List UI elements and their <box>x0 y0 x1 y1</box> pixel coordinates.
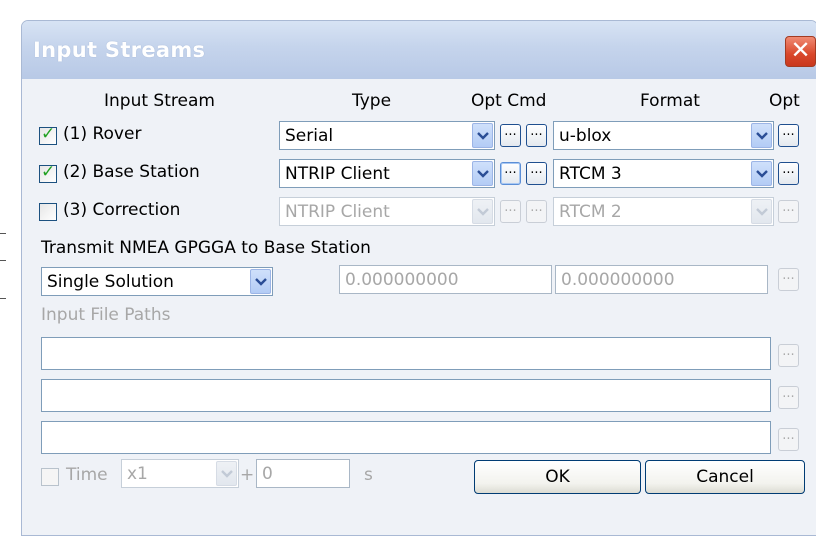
header-format: Format <box>640 91 700 111</box>
nmea-longitude-value: 0.000000000 <box>561 270 675 290</box>
chevron-down-icon <box>472 123 493 148</box>
time-checkbox[interactable] <box>41 468 59 486</box>
input-file-path-2[interactable] <box>41 379 771 412</box>
rover-cmd-button[interactable]: ... <box>526 124 547 147</box>
nmea-latitude-field[interactable]: 0.000000000 <box>339 265 552 294</box>
header-opt-cmd: Opt Cmd <box>471 91 547 111</box>
correction-cmd-button[interactable]: ... <box>526 200 547 223</box>
chevron-down-icon <box>216 461 237 486</box>
correction-type-value: NTRIP Client <box>285 202 390 222</box>
title-bar: Input Streams ✕ <box>22 21 816 79</box>
base-station-format-value: RTCM 3 <box>559 164 622 184</box>
rover-checkbox[interactable] <box>39 124 57 145</box>
dialog-content: Input Stream Type Opt Cmd Format Opt (1)… <box>22 79 816 535</box>
dialog-title: Input Streams <box>33 38 206 62</box>
time-offset-field[interactable]: 0 <box>256 459 350 488</box>
input-file-path-1[interactable] <box>41 337 771 370</box>
time-offset-value: 0 <box>262 464 273 484</box>
time-plus-label: + <box>240 465 255 485</box>
header-type: Type <box>352 91 392 111</box>
correction-opt-button[interactable]: ... <box>500 200 521 223</box>
nmea-label: Transmit NMEA GPGGA to Base Station <box>41 238 371 258</box>
input-file-path-3[interactable] <box>41 421 771 454</box>
chevron-down-icon <box>472 161 493 186</box>
base-station-opt-button[interactable]: ... <box>500 162 521 185</box>
rover-type-value: Serial <box>285 126 334 146</box>
time-speed-select[interactable]: x1 <box>121 459 239 488</box>
chevron-down-icon <box>472 199 493 224</box>
input-file-path-3-browse[interactable]: ... <box>778 428 799 451</box>
background-mark <box>0 298 6 299</box>
rover-type-select[interactable]: Serial <box>279 121 495 150</box>
header-input-stream: Input Stream <box>104 91 215 111</box>
correction-format-select[interactable]: RTCM 2 <box>553 197 774 226</box>
input-file-path-2-browse[interactable]: ... <box>778 386 799 409</box>
nmea-longitude-field[interactable]: 0.000000000 <box>555 265 768 294</box>
input-file-paths-label: Input File Paths <box>41 305 171 325</box>
nmea-mode-value: Single Solution <box>47 272 174 292</box>
base-station-type-select[interactable]: NTRIP Client <box>279 159 495 188</box>
nmea-latitude-value: 0.000000000 <box>345 270 459 290</box>
rover-opt-button[interactable]: ... <box>500 124 521 147</box>
base-station-type-value: NTRIP Client <box>285 164 390 184</box>
correction-label: (3) Correction <box>63 200 181 220</box>
background-mark <box>0 260 6 261</box>
base-station-label: (2) Base Station <box>63 162 200 182</box>
rover-format-opt-button[interactable]: ... <box>778 124 799 147</box>
chevron-down-icon <box>751 161 772 186</box>
correction-format-value: RTCM 2 <box>559 202 622 222</box>
time-unit-label: s <box>364 465 373 485</box>
nmea-position-button[interactable]: ... <box>778 268 799 291</box>
close-button[interactable]: ✕ <box>785 36 816 67</box>
rover-format-select[interactable]: u-blox <box>553 121 774 150</box>
background-mark <box>0 233 6 234</box>
base-station-cmd-button[interactable]: ... <box>526 162 547 185</box>
base-station-format-opt-button[interactable]: ... <box>778 162 799 185</box>
rover-format-value: u-blox <box>559 126 612 146</box>
chevron-down-icon <box>751 199 772 224</box>
close-icon: ✕ <box>790 36 811 64</box>
correction-checkbox[interactable] <box>39 203 57 221</box>
chevron-down-icon <box>250 269 271 294</box>
cancel-button[interactable]: Cancel <box>645 460 805 494</box>
base-station-checkbox[interactable] <box>39 162 57 183</box>
rover-label: (1) Rover <box>63 124 142 144</box>
header-opt: Opt <box>769 91 800 111</box>
base-station-format-select[interactable]: RTCM 3 <box>553 159 774 188</box>
input-file-path-1-browse[interactable]: ... <box>778 344 799 367</box>
correction-format-opt-button[interactable]: ... <box>778 200 799 223</box>
time-speed-value: x1 <box>127 464 148 484</box>
chevron-down-icon <box>751 123 772 148</box>
input-streams-dialog: Input Streams ✕ Input Stream Type Opt Cm… <box>21 20 816 536</box>
nmea-mode-select[interactable]: Single Solution <box>41 267 273 296</box>
time-label: Time <box>66 465 108 485</box>
ok-button[interactable]: OK <box>474 460 641 494</box>
correction-type-select[interactable]: NTRIP Client <box>279 197 495 226</box>
